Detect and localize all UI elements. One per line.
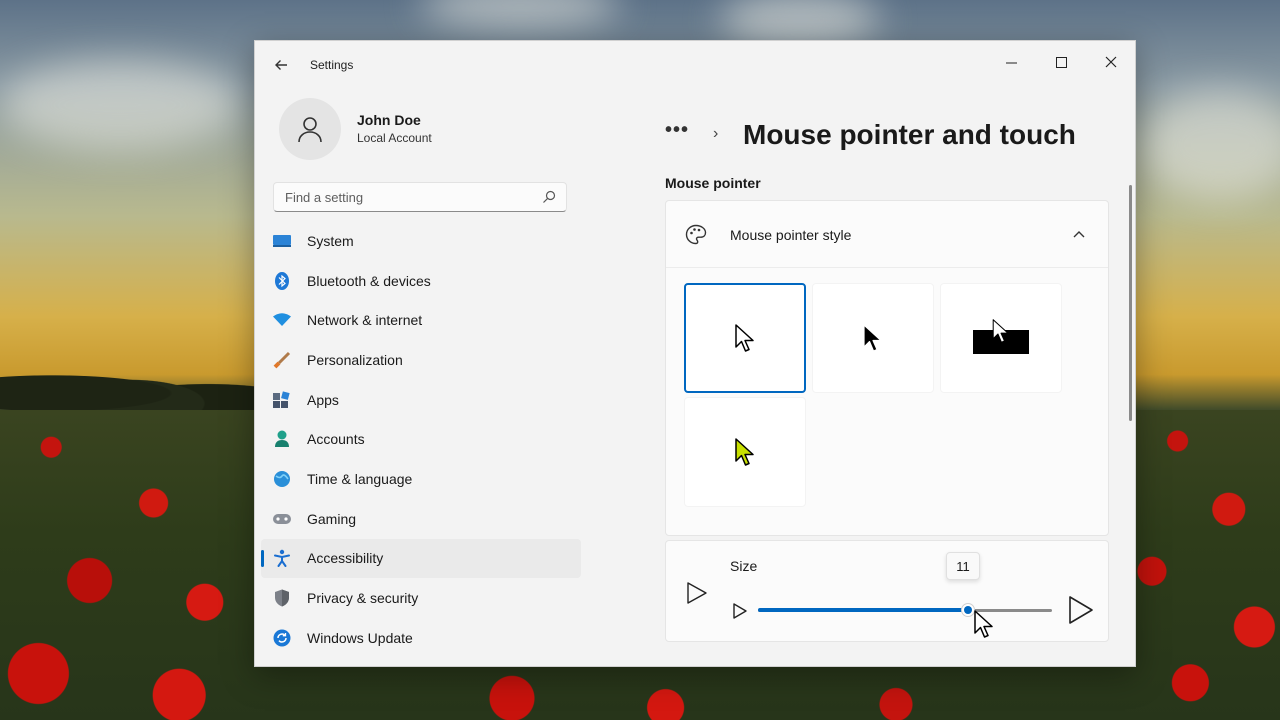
white-cursor-icon — [735, 324, 754, 352]
system-icon — [273, 232, 291, 250]
maximize-button[interactable] — [1038, 47, 1084, 77]
sidebar-item-accessibility[interactable]: Accessibility — [261, 538, 581, 579]
breadcrumb-overflow-button[interactable]: ••• — [665, 119, 689, 142]
sidebar-item-label: Network & internet — [307, 312, 423, 329]
search-box — [273, 182, 567, 212]
minimize-icon — [1005, 62, 1017, 63]
chevron-up-icon — [1073, 231, 1085, 238]
app-title: Settings — [310, 58, 354, 72]
mouse-pointer-style-card: Mouse pointer style — [665, 200, 1109, 536]
mouse-pointer-style-label: Mouse pointer style — [730, 227, 852, 243]
sidebar-item-label: Accessibility — [307, 550, 384, 567]
sidebar-item-accounts[interactable]: Accounts — [261, 419, 581, 459]
sidebar-item-label: Privacy & security — [307, 590, 419, 607]
slider-value-tooltip: 11 — [946, 552, 980, 580]
black-cursor-icon — [863, 324, 882, 352]
user-profile[interactable]: John Doe Local Account — [279, 98, 579, 160]
sidebar-nav: System Bluetooth & devices Network & int… — [261, 221, 581, 658]
sidebar-item-bluetooth[interactable]: Bluetooth & devices — [261, 261, 581, 301]
sidebar-item-label: Apps — [307, 391, 339, 408]
sidebar-item-apps[interactable]: Apps — [261, 380, 581, 420]
sidebar-item-label: Gaming — [307, 510, 357, 527]
pointer-size-icon — [687, 582, 707, 604]
sidebar-item-gaming[interactable]: Gaming — [261, 499, 581, 539]
inverted-cursor-icon — [992, 319, 1009, 343]
section-label: Mouse pointer — [665, 175, 761, 191]
avatar — [279, 98, 341, 160]
pointer-size-card: Size 11 — [665, 540, 1109, 642]
small-cursor-icon — [733, 603, 747, 619]
sidebar-item-label: Windows Update — [307, 629, 413, 646]
collapse-button[interactable] — [1066, 221, 1092, 247]
sidebar-item-windows-update[interactable]: Windows Update — [261, 618, 581, 658]
apps-icon — [273, 390, 291, 409]
close-icon — [1105, 56, 1117, 68]
bluetooth-icon — [273, 271, 291, 290]
mouse-cursor-icon — [974, 610, 993, 638]
gamepad-icon — [273, 510, 291, 528]
search-input[interactable] — [274, 183, 524, 211]
inverted-preview — [973, 319, 1029, 354]
sidebar-item-label: Bluetooth & devices — [307, 272, 431, 289]
pointer-style-custom[interactable] — [684, 397, 806, 507]
pointer-style-black[interactable] — [812, 283, 934, 393]
scrollbar[interactable] — [1129, 185, 1132, 421]
back-button[interactable] — [269, 53, 293, 77]
large-cursor-icon — [1069, 596, 1093, 624]
accessibility-icon — [273, 549, 291, 568]
brush-icon — [273, 351, 291, 369]
update-icon — [273, 629, 291, 647]
mouse-pointer-style-expander[interactable]: Mouse pointer style — [666, 201, 1108, 268]
sidebar-item-system[interactable]: System — [261, 221, 581, 261]
custom-color-cursor-icon — [735, 438, 754, 466]
size-label: Size — [730, 558, 758, 574]
breadcrumb-separator: › — [713, 125, 719, 142]
person-icon — [273, 430, 291, 448]
pointer-style-inverted[interactable] — [940, 283, 1062, 393]
slider-fill — [758, 608, 968, 612]
page-title: Mouse pointer and touch — [743, 119, 1076, 150]
wifi-icon — [273, 311, 291, 329]
sidebar-item-label: Personalization — [307, 351, 403, 368]
close-button[interactable] — [1088, 47, 1134, 77]
pointer-style-white[interactable] — [684, 283, 806, 393]
account-type: Local Account — [357, 131, 432, 145]
sidebar-item-personalization[interactable]: Personalization — [261, 340, 581, 380]
maximize-icon — [1055, 56, 1067, 68]
shield-icon — [273, 589, 291, 607]
title-bar: Settings — [255, 41, 1135, 89]
sidebar-item-privacy-security[interactable]: Privacy & security — [261, 578, 581, 618]
sidebar-item-label: Time & language — [307, 470, 413, 487]
settings-window: Settings John Doe Local Account Find a s… — [254, 40, 1136, 667]
sidebar-item-time-language[interactable]: Time & language — [261, 459, 581, 499]
pointer-size-slider[interactable] — [758, 603, 1052, 617]
user-icon — [298, 117, 322, 143]
back-arrow-icon — [275, 60, 287, 70]
user-name: John Doe — [357, 112, 421, 128]
sidebar-item-label: Accounts — [307, 431, 365, 448]
minimize-button[interactable] — [988, 47, 1034, 77]
globe-icon — [273, 470, 291, 488]
sidebar-item-network[interactable]: Network & internet — [261, 300, 581, 340]
search-icon[interactable] — [541, 189, 557, 205]
sidebar-item-label: System — [307, 232, 354, 249]
palette-icon — [685, 224, 707, 245]
